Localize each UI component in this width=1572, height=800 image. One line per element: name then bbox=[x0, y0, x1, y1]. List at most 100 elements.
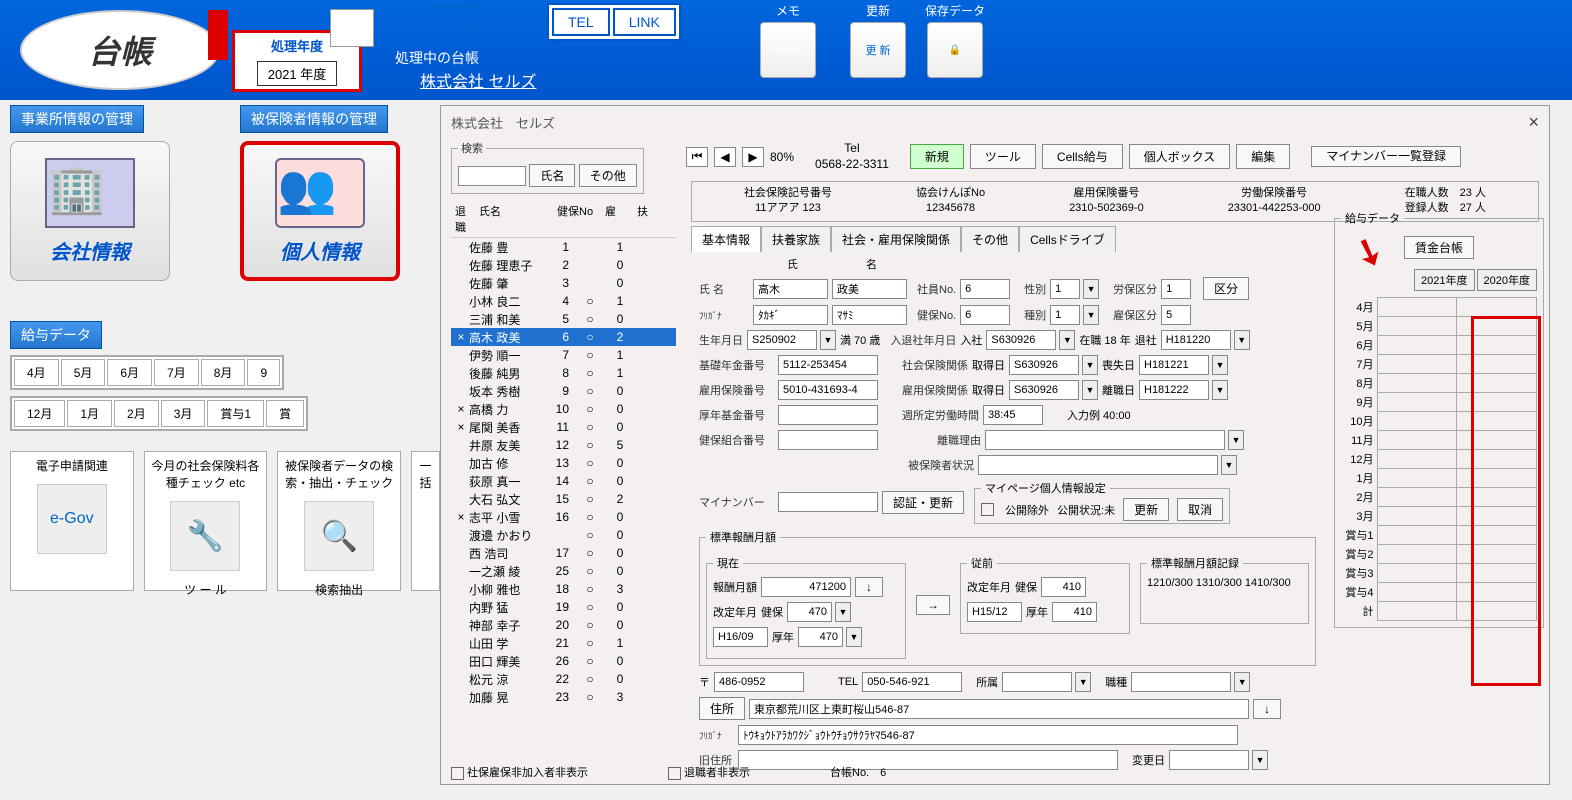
mynumber-input[interactable] bbox=[778, 492, 878, 512]
kounen-input[interactable] bbox=[778, 405, 878, 425]
koyou-sep-input[interactable] bbox=[1139, 380, 1209, 400]
addr-input[interactable] bbox=[749, 699, 1249, 719]
month-cell[interactable]: 9 bbox=[247, 359, 280, 386]
shakai-acq-input[interactable] bbox=[1009, 355, 1079, 375]
list-row[interactable]: 井原 友美12○5 bbox=[451, 436, 676, 454]
personal-info-button[interactable]: 個人情報 bbox=[240, 141, 400, 281]
chevron-down-icon[interactable]: ▼ bbox=[820, 330, 836, 350]
list-row[interactable]: 加藤 晃23○3 bbox=[451, 688, 676, 706]
month-cell[interactable]: 3月 bbox=[161, 400, 206, 427]
weekly-input[interactable] bbox=[983, 405, 1043, 425]
wage-ledger-button[interactable]: 賃金台帳 bbox=[1404, 236, 1474, 259]
kenpo-kumiai-input[interactable] bbox=[778, 430, 878, 450]
chevron-down-icon[interactable]: ▼ bbox=[1083, 279, 1099, 299]
search-name-button[interactable]: 氏名 bbox=[529, 164, 575, 187]
prev-kounen-input[interactable] bbox=[1052, 602, 1097, 622]
list-row[interactable]: 大石 弘文15○2 bbox=[451, 490, 676, 508]
insured-status-select[interactable] bbox=[978, 455, 1218, 475]
postal-input[interactable] bbox=[714, 672, 804, 692]
addr-down-button[interactable]: ↓ bbox=[1253, 699, 1281, 719]
verify-button[interactable]: 認証・更新 bbox=[882, 491, 964, 514]
koyou-kbn-input[interactable] bbox=[1161, 305, 1191, 325]
chevron-down-icon[interactable]: ▼ bbox=[1059, 330, 1075, 350]
sei-input[interactable] bbox=[753, 279, 828, 299]
join-input[interactable] bbox=[986, 330, 1056, 350]
list-row[interactable]: 坂本 秀樹9○0 bbox=[451, 382, 676, 400]
address-button[interactable]: 住所 bbox=[699, 697, 745, 720]
chevron-down-icon[interactable]: ▼ bbox=[1221, 455, 1237, 475]
close-icon[interactable]: × bbox=[1528, 112, 1539, 133]
chevron-down-icon[interactable]: ▼ bbox=[1083, 305, 1099, 325]
search-input[interactable] bbox=[458, 166, 526, 186]
search-other-button[interactable]: その他 bbox=[579, 164, 637, 187]
year-2021-button[interactable]: 2021年度 bbox=[1414, 269, 1474, 291]
cells-salary-button[interactable]: Cells給与 bbox=[1042, 144, 1123, 169]
sep-reason-select[interactable] bbox=[985, 430, 1225, 450]
list-row[interactable]: 山田 学21○1 bbox=[451, 634, 676, 652]
now-kenpo-input[interactable] bbox=[787, 602, 832, 622]
pension-input[interactable] bbox=[778, 355, 878, 375]
emp-no-input[interactable] bbox=[960, 279, 1010, 299]
changed-date-input[interactable] bbox=[1169, 750, 1249, 770]
chevron-down-icon[interactable]: ▼ bbox=[1082, 355, 1098, 375]
chevron-down-icon[interactable]: ▼ bbox=[1234, 330, 1250, 350]
koyou-no-input[interactable] bbox=[778, 380, 878, 400]
public-exclude-checkbox[interactable] bbox=[981, 503, 994, 516]
resize-arrow-icon[interactable]: ↔ bbox=[430, 5, 480, 33]
next-button[interactable]: ▶ bbox=[742, 147, 764, 167]
job-select[interactable] bbox=[1131, 672, 1231, 692]
list-row[interactable]: 神部 幸子20○0 bbox=[451, 616, 676, 634]
tab-1[interactable]: 扶養家族 bbox=[761, 226, 831, 252]
move-right-button[interactable]: → bbox=[916, 595, 950, 615]
list-row[interactable]: 三浦 和美5○0 bbox=[451, 310, 676, 328]
person-list[interactable]: 佐藤 豊11佐藤 理恵子20佐藤 肇30小林 良二4○1三浦 和美5○0×高木 … bbox=[451, 237, 676, 797]
update-tool[interactable]: 更新 更 新 bbox=[850, 2, 906, 78]
tab-4[interactable]: Cellsドライブ bbox=[1019, 226, 1116, 252]
new-button[interactable]: 新規 bbox=[910, 144, 964, 169]
prev-kenpo-input[interactable] bbox=[1041, 577, 1086, 597]
kubun-button[interactable]: 区分 bbox=[1203, 277, 1249, 300]
list-row[interactable]: 内野 猛19○0 bbox=[451, 598, 676, 616]
list-row[interactable]: ×尾関 美香11○0 bbox=[451, 418, 676, 436]
prev-button[interactable]: ◀ bbox=[714, 147, 736, 167]
hide-retired-checkbox[interactable] bbox=[668, 767, 681, 780]
now-rev-input[interactable] bbox=[713, 627, 768, 647]
chevron-down-icon[interactable]: ▼ bbox=[1212, 355, 1228, 375]
month-cell[interactable]: 8月 bbox=[201, 359, 246, 386]
first-button[interactable]: ⏮ bbox=[686, 147, 708, 167]
hide-noninsured-checkbox[interactable] bbox=[451, 767, 464, 780]
list-row[interactable]: 小柳 雅也18○3 bbox=[451, 580, 676, 598]
month-cell[interactable]: 6月 bbox=[107, 359, 152, 386]
tel-button[interactable]: TEL bbox=[552, 8, 610, 36]
year-value[interactable]: 2021 年度 bbox=[257, 61, 338, 86]
chevron-down-icon[interactable]: ▼ bbox=[1075, 672, 1091, 692]
month-cell[interactable]: 賞 bbox=[266, 400, 304, 427]
tab-0[interactable]: 基本情報 bbox=[691, 226, 761, 252]
type-select[interactable] bbox=[1050, 305, 1080, 325]
rem-down-button[interactable]: ↓ bbox=[855, 577, 883, 597]
list-row[interactable]: 松元 涼22○0 bbox=[451, 670, 676, 688]
sex-select[interactable] bbox=[1050, 279, 1080, 299]
rouho-input[interactable] bbox=[1161, 279, 1191, 299]
list-row[interactable]: 小林 良二4○1 bbox=[451, 292, 676, 310]
chevron-down-icon[interactable]: ▼ bbox=[1082, 380, 1098, 400]
check-tool[interactable]: 今月の社会保険料各種チェック etc 🔧 ツ ー ル bbox=[144, 451, 268, 591]
list-row[interactable]: 西 浩司17○0 bbox=[451, 544, 676, 562]
month-cell[interactable]: 2月 bbox=[114, 400, 159, 427]
month-cell[interactable]: 7月 bbox=[154, 359, 199, 386]
list-row[interactable]: ×志平 小雪16○0 bbox=[451, 508, 676, 526]
tel-input[interactable] bbox=[862, 672, 962, 692]
list-row[interactable]: ×高木 政美6○2 bbox=[451, 328, 676, 346]
month-cell[interactable]: 5月 bbox=[61, 359, 106, 386]
list-row[interactable]: 伊勢 順一7○1 bbox=[451, 346, 676, 364]
chevron-down-icon[interactable]: ▼ bbox=[835, 602, 851, 622]
dept-select[interactable] bbox=[1002, 672, 1072, 692]
batch-tool[interactable]: 一括 bbox=[411, 451, 440, 591]
month-cell[interactable]: 1月 bbox=[67, 400, 112, 427]
mei-input[interactable] bbox=[832, 279, 907, 299]
personal-box-button[interactable]: 個人ボックス bbox=[1129, 144, 1231, 169]
tab-2[interactable]: 社会・雇用保険関係 bbox=[831, 226, 961, 252]
list-row[interactable]: ×高橋 力10○0 bbox=[451, 400, 676, 418]
list-row[interactable]: 荻原 真一14○0 bbox=[451, 472, 676, 490]
chevron-down-icon[interactable]: ▼ bbox=[1228, 430, 1244, 450]
